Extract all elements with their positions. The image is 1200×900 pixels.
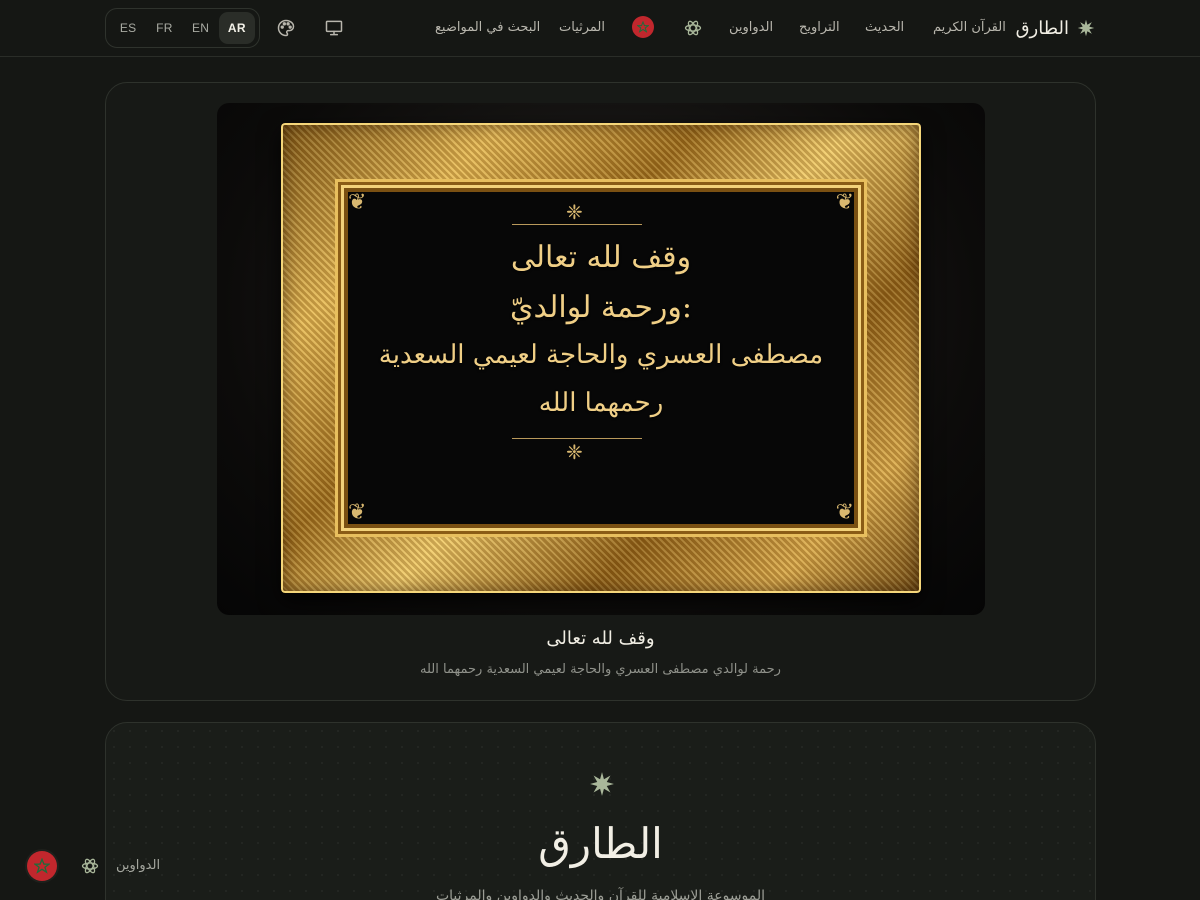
bottom-divider-line bbox=[512, 438, 642, 439]
nav-link-dawawin[interactable]: الدواوين bbox=[729, 18, 773, 38]
nav-link-taraweeh[interactable]: التراويح bbox=[799, 18, 840, 38]
nav-link-marathi[interactable]: المرثيات bbox=[559, 18, 605, 38]
atom-icon[interactable] bbox=[79, 855, 101, 877]
language-option-fr[interactable]: FR bbox=[146, 12, 182, 44]
eight-point-star-icon bbox=[590, 772, 614, 796]
waqf-dedication-card: ❦ ❦ ❦ ❦ ❈ وقف لله تعالى ورحمة لوالديّ: م… bbox=[105, 82, 1096, 701]
morocco-flag-icon[interactable] bbox=[27, 851, 57, 881]
dock-link-dawawin[interactable]: الدواوين bbox=[116, 856, 160, 876]
top-crest-ornament-icon: ❈ bbox=[566, 200, 583, 224]
hero-caption-subtitle: رحمة لوالدي مصطفى العسري والحاجة لعيمي ا… bbox=[420, 662, 781, 677]
corner-ornament-icon: ❦ bbox=[348, 500, 367, 525]
intro-description: الموسوعة الإسلامية للقرآن والحديث والدوا… bbox=[435, 888, 766, 900]
pentagram-icon bbox=[637, 21, 649, 33]
language-option-es[interactable]: ES bbox=[110, 12, 146, 44]
nav-link-quran[interactable]: القرآن الكريم bbox=[933, 18, 1006, 38]
corner-ornament-icon: ❦ bbox=[835, 190, 854, 215]
nav-link-topic-search[interactable]: البحث في المواضيع bbox=[435, 18, 540, 38]
calligraphy-line-1: وقف لله تعالى bbox=[510, 240, 692, 275]
presentation-board-icon[interactable] bbox=[323, 17, 345, 39]
brand-name: الطارق bbox=[1015, 17, 1069, 39]
corner-ornament-icon: ❦ bbox=[835, 500, 854, 525]
top-divider-line bbox=[512, 224, 642, 225]
corner-ornament-icon: ❦ bbox=[348, 190, 367, 215]
pentagram-icon bbox=[34, 858, 50, 874]
flag-circle bbox=[632, 16, 654, 38]
eight-point-star-icon bbox=[1077, 19, 1095, 37]
black-calligraphy-panel: ❦ ❦ ❦ ❦ ❈ وقف لله تعالى ورحمة لوالديّ: م… bbox=[341, 185, 861, 531]
palette-icon[interactable] bbox=[275, 17, 297, 39]
hero-caption-title: وقف لله تعالى bbox=[546, 628, 655, 649]
top-navigation-bar: ES FR EN AR البحث في المواضيع المرثيات ا… bbox=[0, 0, 1200, 57]
ornate-gold-frame: ❦ ❦ ❦ ❦ ❈ وقف لله تعالى ورحمة لوالديّ: م… bbox=[281, 123, 921, 593]
intro-title: الطارق bbox=[538, 819, 663, 868]
morocco-flag-icon[interactable] bbox=[632, 16, 654, 38]
language-switcher: ES FR EN AR bbox=[105, 8, 260, 48]
nav-link-hadith[interactable]: الحديث bbox=[865, 18, 904, 38]
language-option-ar[interactable]: AR bbox=[218, 12, 255, 44]
calligraphy-line-2: ورحمة لوالديّ: bbox=[510, 290, 692, 325]
golden-frame-image: ❦ ❦ ❦ ❦ ❈ وقف لله تعالى ورحمة لوالديّ: م… bbox=[217, 103, 985, 615]
site-intro-card: الطارق الموسوعة الإسلامية للقرآن والحديث… bbox=[105, 722, 1096, 900]
bottom-crest-ornament-icon: ❈ bbox=[566, 440, 583, 464]
language-option-en[interactable]: EN bbox=[183, 12, 219, 44]
calligraphy-line-4: رحمهما الله bbox=[538, 388, 664, 418]
calligraphy-line-3: مصطفى العسري والحاجة لعيمي السعدية bbox=[378, 340, 824, 370]
brand-logo[interactable]: الطارق bbox=[1016, 14, 1095, 42]
atom-icon[interactable] bbox=[682, 17, 704, 39]
